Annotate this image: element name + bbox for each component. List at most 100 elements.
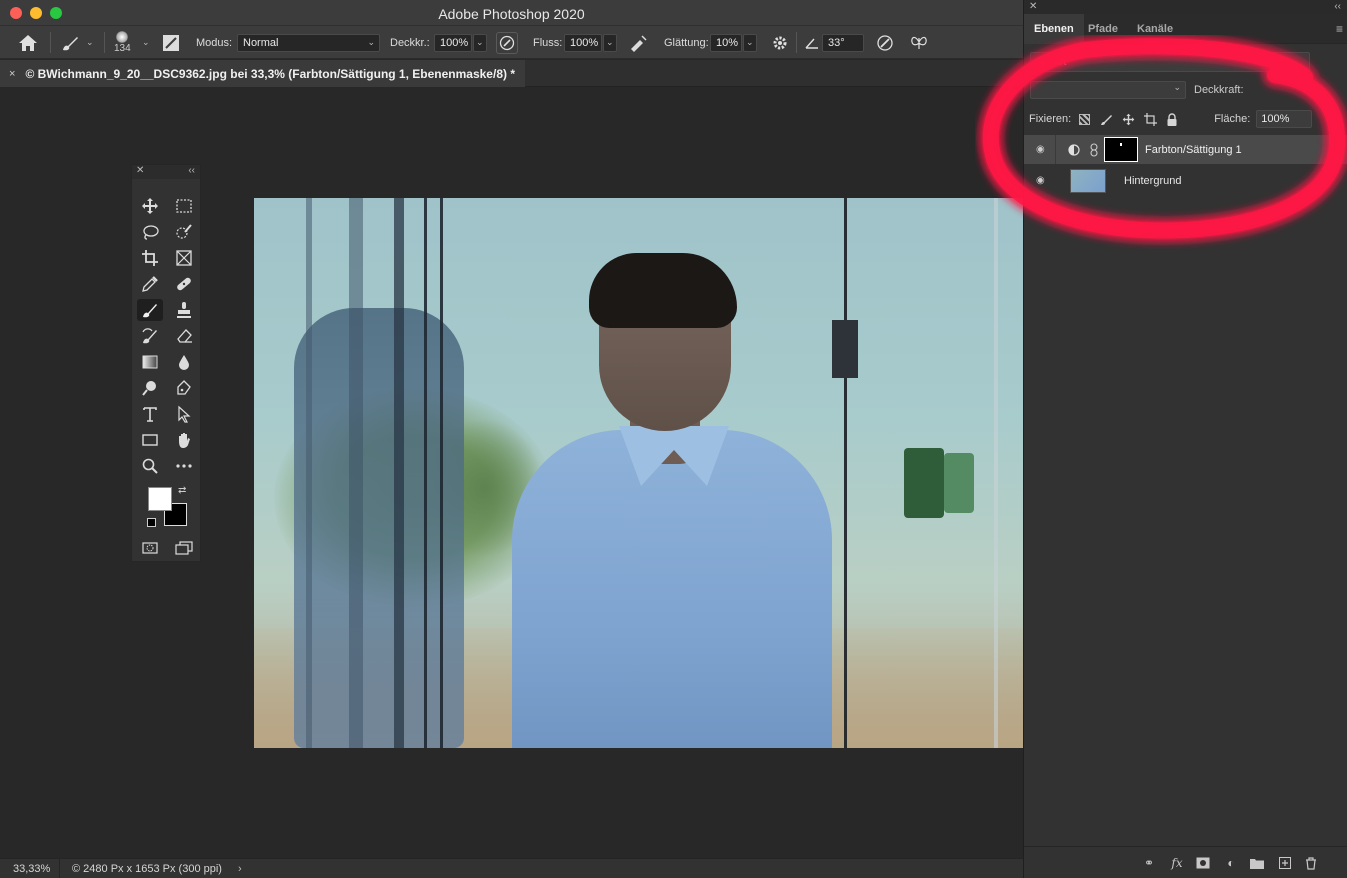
mode-select[interactable]: Normal ⌄	[237, 33, 380, 52]
lasso-icon	[143, 225, 159, 240]
eyedropper-icon	[142, 276, 158, 292]
pressure-size-button[interactable]	[876, 26, 894, 59]
pen-tool[interactable]	[171, 377, 197, 399]
frame-tool[interactable]	[171, 247, 197, 269]
flow-label: Fluss:	[533, 36, 563, 49]
layer-row-hue-saturation[interactable]: ◉ Farbton/Sättigung 1	[1024, 135, 1347, 164]
screen-mode-icon	[175, 541, 193, 555]
history-brush-tool[interactable]	[137, 325, 163, 347]
opacity-label: Deckkr.:	[390, 36, 430, 49]
close-icon[interactable]: ✕	[136, 165, 144, 176]
angle-input[interactable]: 33°	[822, 33, 864, 52]
brush-icon	[143, 304, 157, 318]
lock-all-icon[interactable]	[1166, 112, 1178, 126]
document-tab[interactable]: × © BWichmann_9_20__DSC9362.jpg bei 33,3…	[0, 60, 525, 87]
new-group-icon[interactable]	[1248, 854, 1266, 872]
foreground-color-swatch[interactable]	[148, 487, 172, 511]
lock-image-icon[interactable]	[1100, 113, 1113, 126]
blend-mode-select[interactable]: ⌄	[1030, 81, 1186, 99]
home-button[interactable]	[18, 26, 38, 59]
layer-mask-thumbnail[interactable]	[1104, 137, 1138, 162]
visibility-eye-icon[interactable]: ◉	[1036, 175, 1050, 186]
lock-transparency-icon[interactable]	[1079, 113, 1091, 125]
zoom-tool[interactable]	[137, 455, 163, 477]
dodge-tool[interactable]	[137, 377, 163, 399]
smoothing-input[interactable]: 10%	[710, 33, 742, 52]
brush-size-dropdown[interactable]: ⌄	[142, 26, 150, 59]
opacity-dropdown[interactable]: ⌄	[473, 33, 487, 52]
hand-tool[interactable]	[171, 429, 197, 451]
airbrush-button[interactable]	[628, 26, 648, 59]
new-layer-icon[interactable]	[1276, 854, 1294, 872]
lock-label: Fixieren:	[1029, 113, 1072, 125]
eraser-icon	[177, 329, 192, 343]
visibility-eye-icon[interactable]: ◉	[1036, 144, 1050, 155]
fill-input[interactable]: 100%	[1256, 110, 1313, 128]
collapse-icon[interactable]: ‹‹	[1334, 1, 1341, 12]
layer-thumbnail[interactable]	[1070, 168, 1106, 193]
lasso-tool[interactable]	[137, 221, 163, 243]
brush-size-picker[interactable]: 134	[114, 26, 131, 59]
crop-tool[interactable]	[137, 247, 163, 269]
smoothing-dropdown[interactable]: ⌄	[743, 33, 757, 52]
smoothing-settings-button[interactable]	[772, 26, 788, 59]
tab-ebenen[interactable]: Ebenen	[1024, 14, 1084, 44]
marquee-tool[interactable]	[171, 195, 197, 217]
opacity-input[interactable]: 100%	[434, 33, 472, 52]
stamp-tool[interactable]	[171, 299, 197, 321]
tools-panel-header[interactable]: ✕ ‹‹	[132, 165, 200, 179]
symmetry-button[interactable]	[910, 26, 928, 59]
flow-dropdown[interactable]: ⌄	[603, 33, 617, 52]
flow-input[interactable]: 100%	[564, 33, 602, 52]
dodge-icon	[142, 381, 156, 396]
close-document-icon[interactable]: ×	[9, 68, 15, 80]
eraser-tool[interactable]	[171, 325, 197, 347]
brush-tool[interactable]	[137, 299, 163, 321]
move-tool[interactable]	[137, 195, 163, 217]
lock-artboard-icon[interactable]	[1144, 112, 1158, 126]
document-image[interactable]	[254, 198, 1023, 748]
new-adjustment-icon[interactable]: ◐	[1222, 854, 1240, 872]
blur-tool[interactable]	[171, 351, 197, 373]
tool-preset-picker[interactable]: ⌄	[60, 26, 94, 59]
zoom-level-field[interactable]: 33,33%	[0, 858, 60, 878]
more-tools-button[interactable]	[171, 455, 197, 477]
options-bar: ⌄ 134 ⌄ Modus: Normal ⌄ Deckkr.: 100% ⌄ F…	[0, 26, 1023, 59]
quick-mask-button[interactable]	[137, 537, 163, 559]
screen-mode-button[interactable]	[171, 537, 197, 559]
link-layers-icon[interactable]: ⚭	[1140, 854, 1158, 872]
close-icon[interactable]: ✕	[1029, 1, 1037, 12]
swap-colors-icon[interactable]: ⇄	[178, 485, 186, 496]
flow-value: 100%	[570, 36, 599, 49]
lock-position-icon[interactable]	[1122, 113, 1135, 126]
default-colors-icon[interactable]	[147, 518, 156, 527]
panel-tabs: Ebenen Pfade Kanäle ≡	[1024, 14, 1347, 44]
path-select-tool[interactable]	[171, 403, 197, 425]
tab-kanaele[interactable]: Kanäle	[1127, 14, 1183, 44]
pressure-pen-icon	[499, 35, 515, 50]
gradient-tool[interactable]	[137, 351, 163, 373]
layer-opacity-label: Deckkraft:	[1194, 84, 1244, 96]
document-info[interactable]: © 2480 Px x 1653 Px (300 ppi)	[72, 863, 222, 875]
layers-panel-header[interactable]: ✕ ‹‹	[1024, 0, 1347, 14]
fx-icon[interactable]: fx	[1168, 854, 1186, 872]
add-mask-icon[interactable]	[1194, 854, 1212, 872]
link-chain-icon[interactable]	[1090, 142, 1098, 157]
butterfly-icon	[911, 36, 927, 49]
panel-menu-icon[interactable]: ≡	[1336, 22, 1343, 36]
status-arrow-icon[interactable]: ›	[238, 863, 242, 875]
layer-row-background[interactable]: ◉ Hintergrund	[1024, 166, 1347, 195]
tab-pfade[interactable]: Pfade	[1078, 14, 1128, 44]
brush-settings-button[interactable]	[162, 26, 180, 59]
delete-layer-icon[interactable]	[1302, 854, 1320, 872]
quick-select-tool[interactable]	[171, 221, 197, 243]
healing-tool[interactable]	[171, 273, 197, 295]
collapse-icon[interactable]: ‹‹	[188, 165, 195, 176]
rectangle-tool[interactable]	[137, 429, 163, 451]
type-tool[interactable]	[137, 403, 163, 425]
brush-panel-icon	[163, 34, 179, 51]
eyedropper-tool[interactable]	[137, 273, 163, 295]
crop-icon	[142, 250, 158, 266]
layer-filter-search[interactable]: ⚲ Art	[1030, 52, 1310, 72]
pressure-opacity-button[interactable]	[496, 31, 518, 54]
